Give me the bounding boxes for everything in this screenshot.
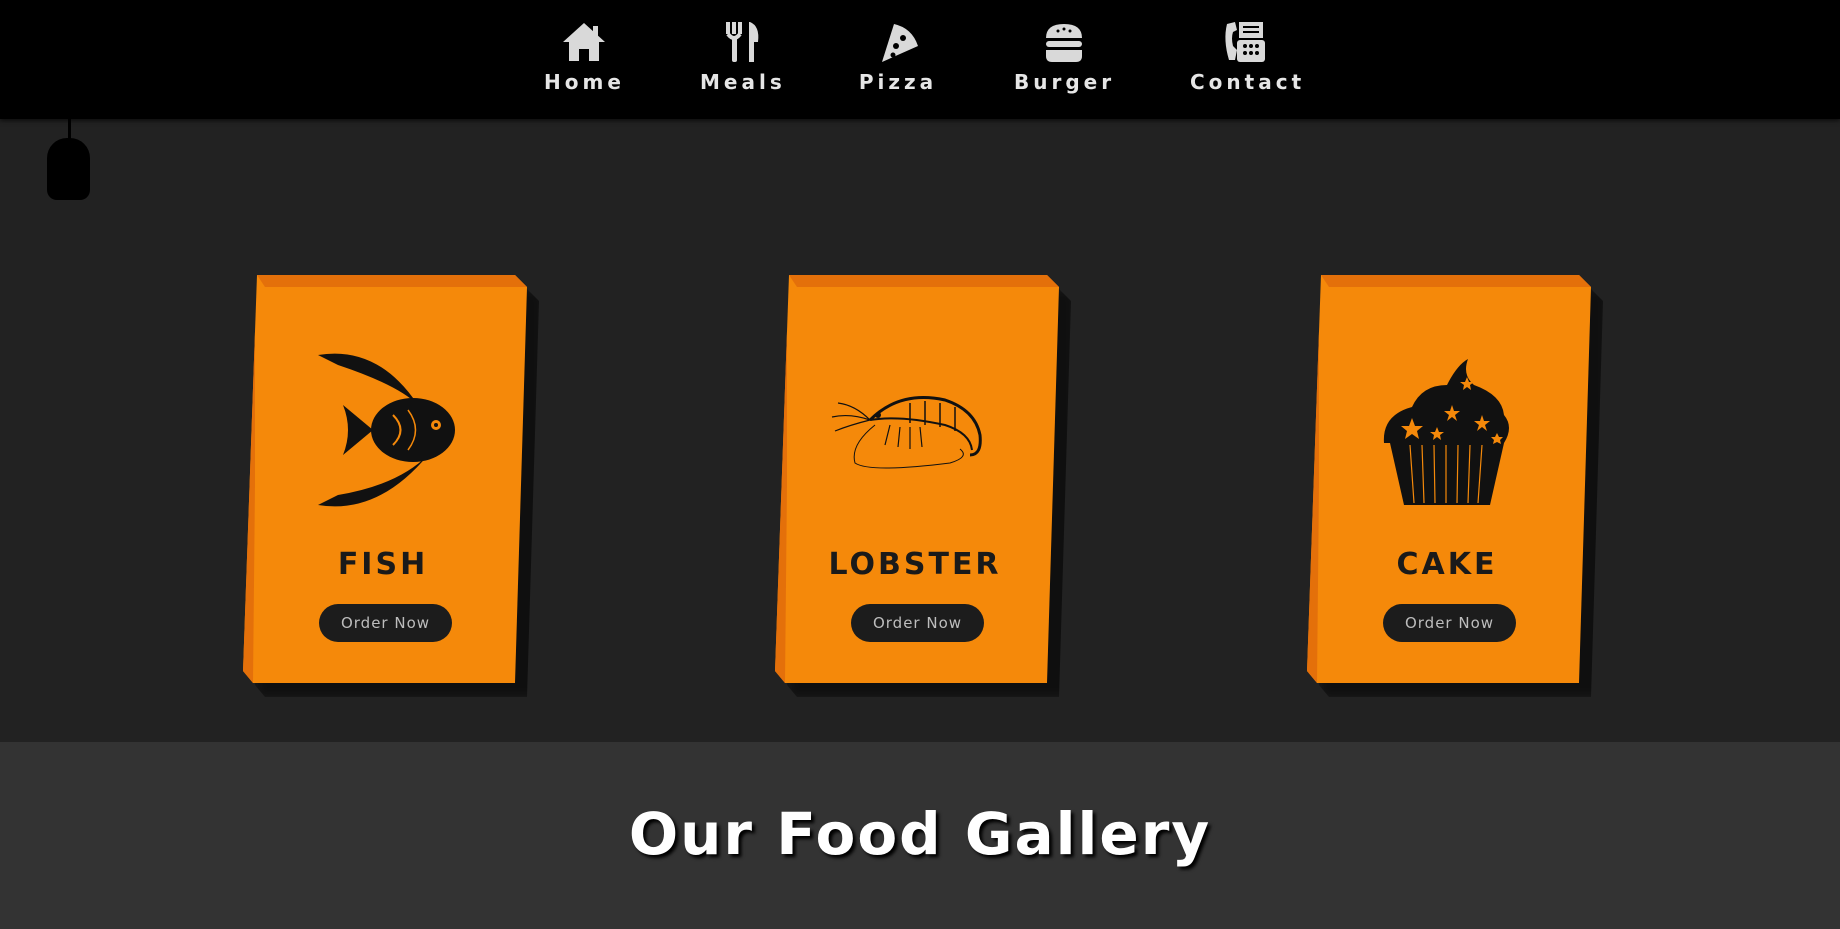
nav-label-home: Home bbox=[544, 70, 625, 94]
card-edge bbox=[257, 275, 527, 287]
cupcake-illustration bbox=[1362, 345, 1532, 510]
nav-item-home[interactable]: Home bbox=[544, 20, 624, 94]
card-edge bbox=[775, 275, 787, 683]
nav-item-burger[interactable]: Burger bbox=[1014, 20, 1114, 94]
order-now-button[interactable]: Order Now bbox=[1383, 604, 1516, 642]
mouse-icon bbox=[47, 138, 90, 200]
card-edge bbox=[1307, 275, 1319, 683]
food-gallery-section: Our Food Gallery bbox=[0, 742, 1840, 929]
menu-card-cake: CAKE Order Now bbox=[1307, 275, 1603, 697]
burger-icon bbox=[1014, 20, 1114, 64]
nav-item-meals[interactable]: Meals bbox=[700, 20, 784, 94]
card-title: LOBSTER bbox=[828, 547, 1002, 582]
phone-fax-icon bbox=[1190, 20, 1300, 64]
menu-card-fish: FISH Order Now bbox=[243, 275, 539, 697]
fish-illustration bbox=[298, 345, 468, 510]
menu-card-lobster: LOBSTER Order Now bbox=[775, 275, 1071, 697]
pizza-slice-icon bbox=[858, 20, 938, 64]
nav-label-burger: Burger bbox=[1014, 70, 1116, 94]
shrimp-illustration bbox=[830, 345, 1000, 510]
nav-label-meals: Meals bbox=[700, 70, 786, 94]
nav-label-pizza: Pizza bbox=[858, 70, 938, 94]
home-icon bbox=[544, 20, 624, 64]
order-now-button[interactable]: Order Now bbox=[851, 604, 984, 642]
card-edge bbox=[243, 275, 255, 683]
nav-label-contact: Contact bbox=[1190, 70, 1306, 94]
nav-item-contact[interactable]: Contact bbox=[1190, 20, 1306, 94]
top-navbar: Home Meals Pizza Burger Contact bbox=[0, 0, 1840, 119]
gallery-title: Our Food Gallery bbox=[628, 800, 1212, 868]
card-edge bbox=[789, 275, 1059, 287]
utensils-icon bbox=[700, 20, 784, 64]
card-title: CAKE bbox=[1396, 547, 1498, 582]
order-now-button[interactable]: Order Now bbox=[319, 604, 452, 642]
nav-item-pizza[interactable]: Pizza bbox=[858, 20, 938, 94]
card-edge bbox=[1321, 275, 1591, 287]
card-title: FISH bbox=[337, 547, 429, 582]
